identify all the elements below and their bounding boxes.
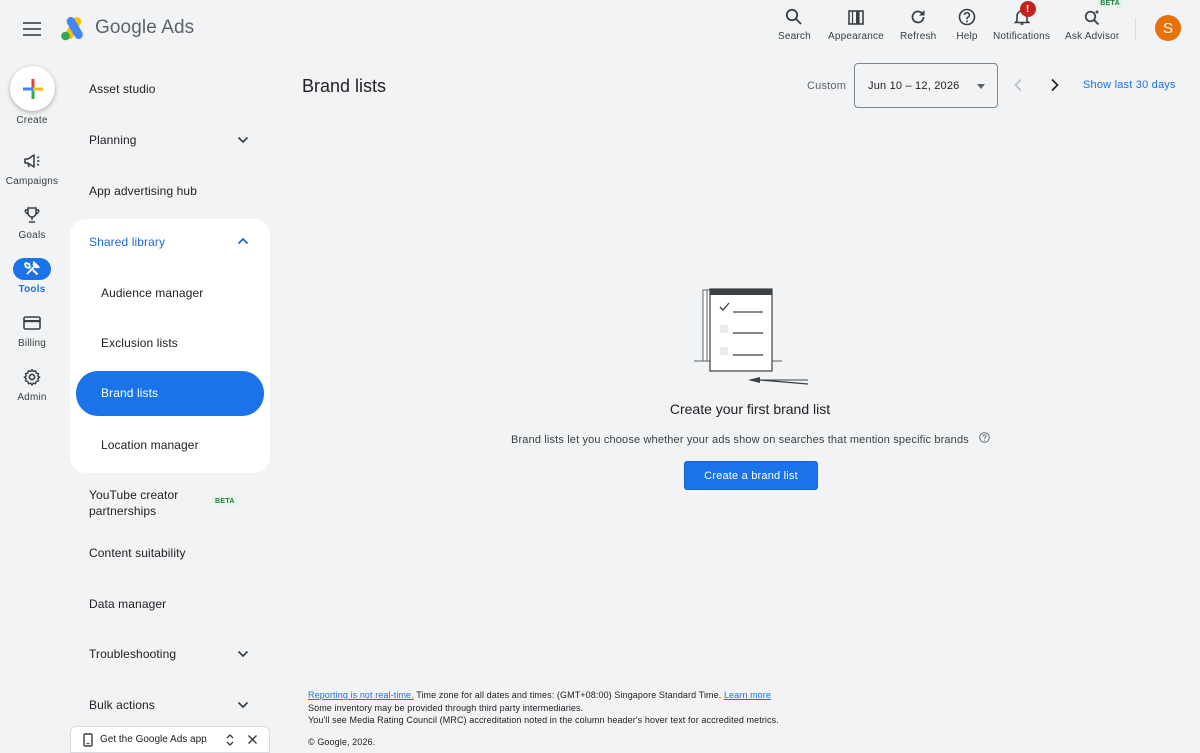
- help-button[interactable]: Help: [956, 6, 978, 46]
- create-label: Create: [16, 115, 48, 126]
- notification-badge: !: [1019, 1, 1036, 17]
- expand-icon[interactable]: [225, 733, 235, 747]
- nav-item-youtube-creator[interactable]: YouTube creator partnerships: [89, 487, 178, 519]
- nav-item-asset-studio[interactable]: Asset studio: [89, 82, 156, 96]
- create-brand-list-button[interactable]: Create a brand list: [684, 461, 818, 490]
- page-title: Brand lists: [302, 76, 387, 96]
- help-icon: [956, 6, 978, 28]
- appearance-button[interactable]: Appearance: [828, 6, 884, 46]
- checklist-illustration-icon: [694, 288, 809, 385]
- notifications-label: Notifications: [993, 31, 1051, 42]
- empty-state-title: Create your first brand list: [669, 401, 831, 417]
- footer-line-3: You'll see Media Rating Council (MRC) ac…: [308, 715, 779, 725]
- bell-icon: !: [1011, 1, 1036, 28]
- notifications-button[interactable]: ! Notifications: [993, 1, 1051, 46]
- copyright: © Google, 2026.: [308, 736, 376, 747]
- next-period-button[interactable]: [1046, 76, 1064, 94]
- refresh-icon: [907, 6, 929, 28]
- search-label: Search: [778, 31, 811, 42]
- chevron-left-icon: [1014, 78, 1022, 92]
- trophy-icon: [13, 204, 51, 226]
- account-avatar[interactable]: S: [1155, 15, 1181, 41]
- nav-item-app-hub[interactable]: App advertising hub: [89, 184, 197, 198]
- rail-label-tools: Tools: [18, 284, 46, 295]
- ask-advisor-label: Ask Advisor: [1065, 31, 1120, 42]
- rail-label-billing: Billing: [17, 338, 47, 349]
- chevron-up-icon[interactable]: [236, 234, 250, 248]
- chevron-down-icon[interactable]: [236, 133, 250, 147]
- rail-label-admin: Admin: [17, 392, 47, 403]
- appearance-label: Appearance: [828, 31, 884, 42]
- show-last-30-days-link[interactable]: Show last 30 days: [1083, 79, 1176, 91]
- tools-icon: [13, 258, 51, 280]
- nav-item-data-manager[interactable]: Data manager: [89, 597, 166, 611]
- brand-name: Google Ads: [95, 17, 195, 38]
- timezone-text: Time zone for all dates and times: (GMT+…: [413, 690, 724, 700]
- chevron-down-icon[interactable]: [236, 647, 250, 661]
- get-app-label: Get the Google Ads app: [100, 734, 207, 745]
- help-circle-icon[interactable]: [979, 432, 990, 443]
- chevron-down-icon[interactable]: [236, 698, 250, 712]
- google-ads-logo-icon[interactable]: [60, 15, 88, 41]
- rail-label-campaigns: Campaigns: [5, 176, 59, 187]
- date-range-value: Jun 10 – 12, 2026: [868, 80, 960, 92]
- menu-icon[interactable]: [20, 17, 44, 41]
- nav-item-location-manager[interactable]: Location manager: [101, 438, 199, 452]
- gear-icon: [13, 366, 51, 388]
- close-icon[interactable]: [247, 734, 258, 745]
- date-range-picker[interactable]: Jun 10 – 12, 2026: [854, 63, 998, 108]
- search-icon: [783, 6, 805, 28]
- refresh-button[interactable]: Refresh: [900, 6, 936, 46]
- youtube-line2: partnerships: [89, 504, 157, 518]
- create-button[interactable]: [10, 66, 55, 111]
- nav-item-bulk-actions[interactable]: Bulk actions: [89, 698, 155, 712]
- youtube-line1: YouTube creator: [89, 488, 179, 502]
- nav-item-exclusion-lists[interactable]: Exclusion lists: [101, 336, 178, 350]
- advisor-icon: BETA: [1081, 0, 1123, 28]
- learn-more-link[interactable]: Learn more: [724, 690, 771, 700]
- footer-line-1: Reporting is not real-time. Time zone fo…: [308, 689, 779, 702]
- reporting-not-realtime-link[interactable]: Reporting is not real-time.: [308, 690, 414, 700]
- chevron-right-icon: [1051, 78, 1059, 92]
- dropdown-arrow-icon: [977, 84, 985, 89]
- beta-badge: BETA: [212, 497, 238, 506]
- empty-state-description: Brand lists let you choose whether your …: [511, 434, 969, 446]
- nav-item-shared-library[interactable]: Shared library: [89, 235, 165, 249]
- ask-advisor-button[interactable]: BETA Ask Advisor: [1065, 0, 1123, 46]
- nav-item-brand-lists[interactable]: Brand lists: [76, 371, 264, 416]
- get-app-banner[interactable]: Get the Google Ads app: [70, 726, 270, 753]
- refresh-label: Refresh: [900, 31, 937, 42]
- header-divider: [1135, 18, 1136, 40]
- search-button[interactable]: Search: [778, 6, 811, 46]
- nav-item-audience-manager[interactable]: Audience manager: [101, 286, 203, 300]
- footer: Reporting is not real-time. Time zone fo…: [308, 689, 779, 748]
- nav-item-content-suitability[interactable]: Content suitability: [89, 546, 186, 560]
- nav-item-planning[interactable]: Planning: [89, 133, 137, 147]
- date-range-label: Custom: [807, 80, 847, 92]
- phone-icon: [83, 733, 93, 747]
- megaphone-icon: [13, 150, 51, 172]
- nav-item-troubleshooting[interactable]: Troubleshooting: [89, 647, 176, 661]
- top-app-bar: Google Ads Search Appearance Refresh Hel…: [0, 0, 1200, 58]
- brand-lists-label: Brand lists: [101, 386, 159, 400]
- credit-card-icon: [13, 312, 51, 334]
- plus-icon: [22, 78, 43, 99]
- footer-line-2: Some inventory may be provided through t…: [308, 702, 584, 713]
- help-label: Help: [956, 31, 978, 42]
- appearance-icon: [845, 6, 867, 28]
- previous-period-button[interactable]: [1009, 76, 1027, 94]
- beta-badge: BETA: [1097, 0, 1123, 8]
- rail-label-goals: Goals: [18, 230, 46, 241]
